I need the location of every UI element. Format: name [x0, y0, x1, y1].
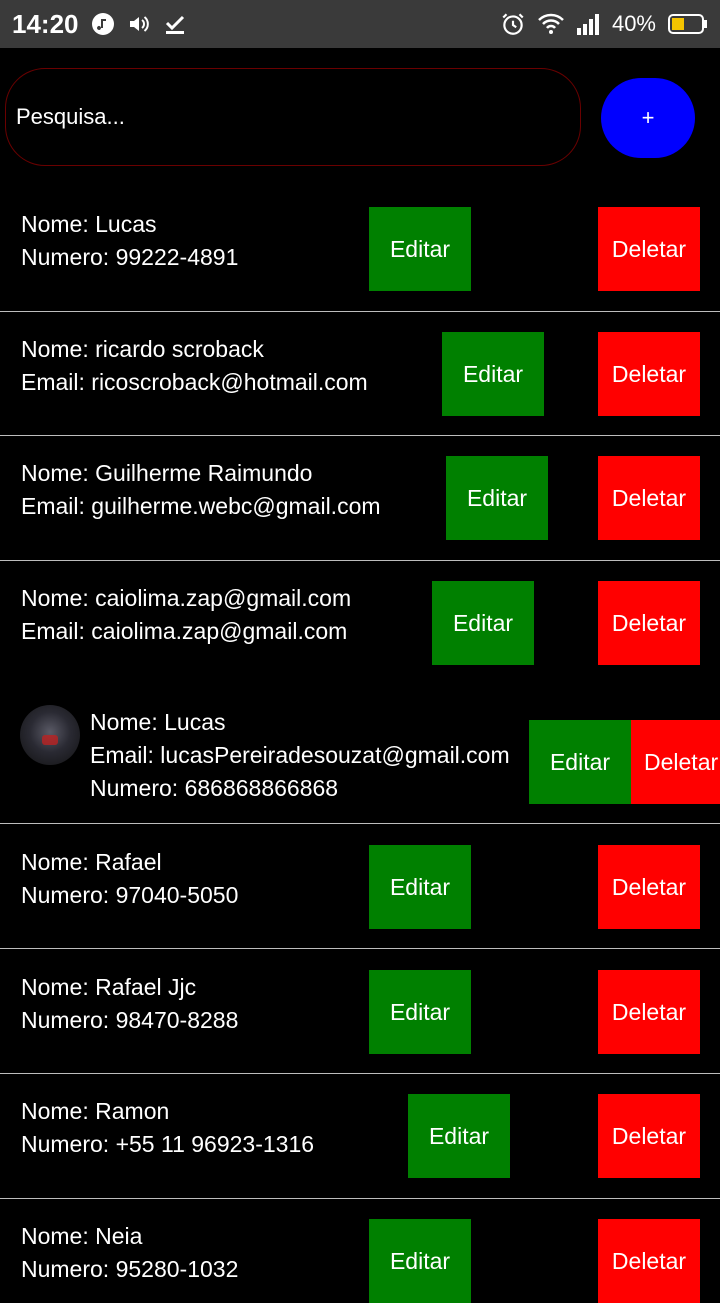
contact-detail: Numero: 98470-8288 — [21, 1007, 239, 1033]
contact-info: Nome: caiolima.zap@gmail.com Email: caio… — [21, 582, 351, 648]
delete-button[interactable]: Deletar — [631, 720, 720, 804]
edit-button[interactable]: Editar — [369, 1219, 471, 1303]
contact-detail: Numero: 95280-1032 — [21, 1256, 239, 1282]
contact-name: Nome: Lucas — [21, 211, 157, 237]
edit-button[interactable]: Editar — [369, 845, 471, 929]
contact-info: Nome: Rafael Numero: 97040-5050 — [21, 846, 238, 912]
divider — [0, 948, 720, 949]
contact-info: Nome: Rafael Jjc Numero: 98470-8288 — [21, 971, 238, 1037]
edit-button[interactable]: Editar — [369, 207, 471, 291]
edit-button[interactable]: Editar — [408, 1094, 510, 1178]
alarm-icon — [500, 11, 526, 37]
delete-button[interactable]: Deletar — [598, 1094, 700, 1178]
contact-name: Nome: Rafael — [21, 849, 162, 875]
contact-detail: Numero: 99222-4891 — [21, 244, 239, 270]
contact-detail: Email: lucasPereiradesouzat@gmail.com — [90, 742, 510, 768]
download-done-icon — [163, 12, 187, 36]
contact-name: Nome: Neia — [21, 1223, 143, 1249]
contact-name: Nome: Rafael Jjc — [21, 974, 197, 1000]
contact-info: Nome: Lucas Numero: 99222-4891 — [21, 208, 238, 274]
status-time: 14:20 — [12, 8, 79, 39]
contact-detail: Email: ricoscroback@hotmail.com — [21, 369, 368, 395]
divider — [0, 435, 720, 436]
add-contact-button[interactable]: + — [601, 78, 695, 158]
delete-button[interactable]: Deletar — [598, 207, 700, 291]
contact-info: Nome: Neia Numero: 95280-1032 — [21, 1220, 238, 1286]
contact-detail: Numero: 97040-5050 — [21, 882, 239, 908]
battery-icon — [668, 13, 708, 35]
wifi-icon — [538, 13, 564, 35]
contact-name: Nome: ricardo scroback — [21, 336, 264, 362]
edit-button[interactable]: Editar — [529, 720, 631, 804]
delete-button[interactable]: Deletar — [598, 1219, 700, 1303]
contact-info: Nome: ricardo scroback Email: ricoscroba… — [21, 333, 368, 399]
contact-detail: Email: caiolima.zap@gmail.com — [21, 618, 348, 644]
delete-button[interactable]: Deletar — [598, 332, 700, 416]
divider — [0, 1198, 720, 1199]
divider — [0, 1073, 720, 1074]
contact-info: Nome: Ramon Numero: +55 11 96923-1316 — [21, 1095, 314, 1161]
avatar — [20, 705, 80, 765]
contact-name: Nome: caiolima.zap@gmail.com — [21, 585, 352, 611]
contact-info: Nome: Lucas Email: lucasPereiradesouzat@… — [90, 706, 510, 805]
music-icon — [91, 12, 115, 36]
divider — [0, 823, 720, 824]
contact-name: Nome: Guilherme Raimundo — [21, 460, 313, 486]
battery-percent: 40% — [611, 11, 656, 36]
search-box — [5, 68, 581, 166]
contact-detail: Email: guilherme.webc@gmail.com — [21, 493, 381, 519]
edit-button[interactable]: Editar — [446, 456, 548, 540]
contact-detail: Numero: 686868866868 — [90, 775, 339, 801]
delete-button[interactable]: Deletar — [598, 581, 700, 665]
delete-button[interactable]: Deletar — [598, 970, 700, 1054]
contact-name: Nome: Lucas — [90, 709, 226, 735]
edit-button[interactable]: Editar — [432, 581, 534, 665]
delete-button[interactable]: Deletar — [598, 456, 700, 540]
delete-button[interactable]: Deletar — [598, 845, 700, 929]
divider — [0, 311, 720, 312]
edit-button[interactable]: Editar — [442, 332, 544, 416]
contact-info: Nome: Guilherme Raimundo Email: guilherm… — [21, 457, 381, 523]
contact-name: Nome: Ramon — [21, 1098, 170, 1124]
divider — [0, 560, 720, 561]
search-input[interactable] — [14, 103, 580, 131]
contact-detail: Numero: +55 11 96923-1316 — [21, 1131, 315, 1157]
status-bar: 14:20 40% — [0, 0, 720, 48]
edit-button[interactable]: Editar — [369, 970, 471, 1054]
volume-icon — [127, 12, 151, 36]
signal-icon — [576, 13, 600, 35]
